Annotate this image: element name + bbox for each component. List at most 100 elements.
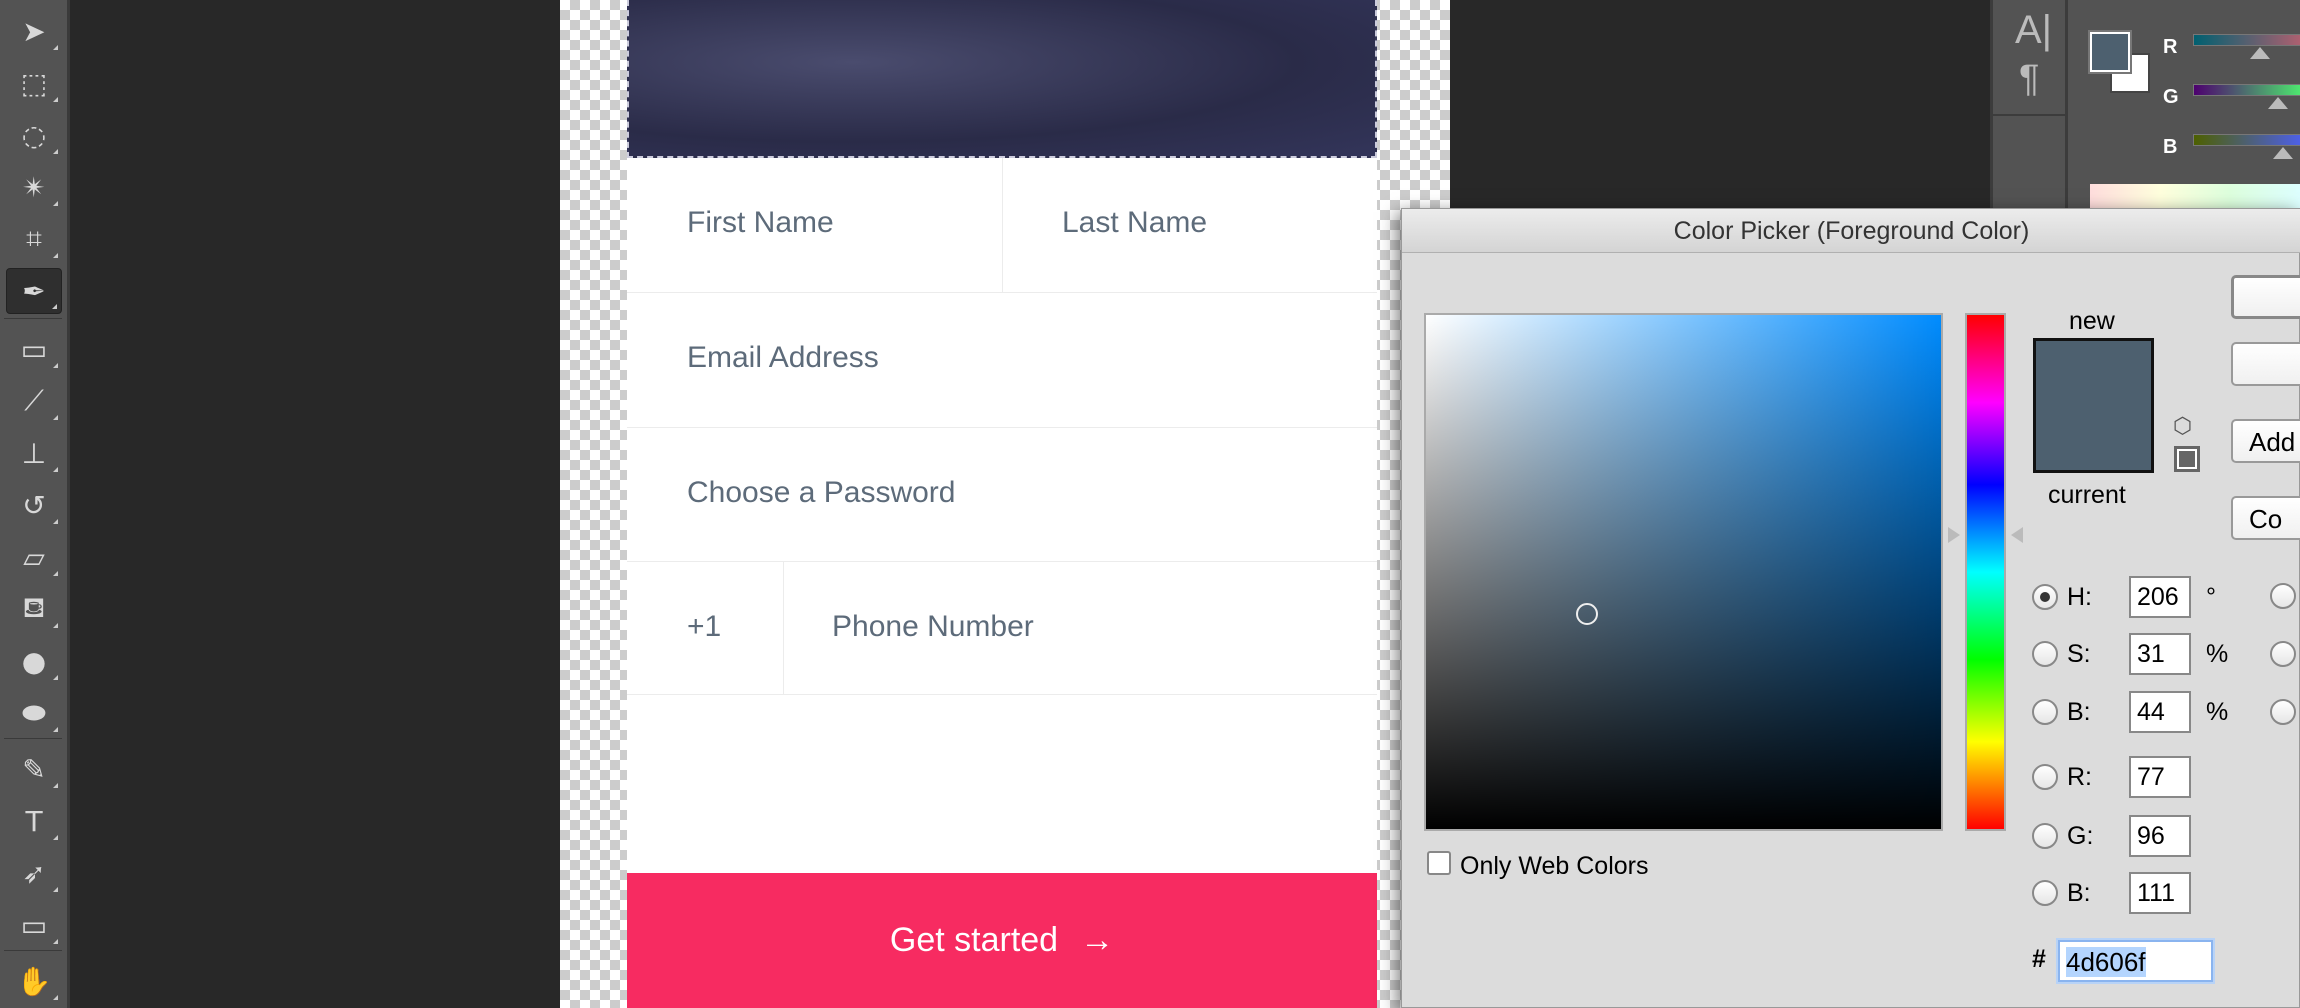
current-color-swatch[interactable] [2033, 405, 2154, 473]
field-input[interactable]: 44 [2129, 691, 2191, 733]
get-started-button[interactable]: Get started → [627, 873, 1377, 1008]
field-radio[interactable] [2032, 699, 2058, 725]
b-slider-thumb[interactable] [2273, 147, 2293, 159]
blur-tool-icon[interactable]: ● [6, 638, 62, 684]
ok-button[interactable] [2231, 275, 2300, 319]
cube-gamut-icon[interactable]: ⬡ [2173, 414, 2192, 439]
lasso-tool-icon[interactable]: ◌ [6, 112, 62, 158]
panel-icon-column: A| ¶ [1990, 0, 2068, 210]
b-lab-radio[interactable] [2270, 699, 2296, 725]
field-radio[interactable] [2032, 823, 2058, 849]
pen-tool-icon[interactable]: ✎ [6, 746, 62, 792]
field-unit: % [2206, 640, 2229, 668]
hue-arrow-right[interactable] [2011, 527, 2023, 543]
name-row: First Name Last Name [627, 158, 1377, 293]
healing-brush-tool-icon[interactable]: ▭ [6, 326, 62, 372]
last-name-field[interactable]: Last Name [1062, 206, 1207, 240]
b-slider[interactable] [2193, 134, 2300, 146]
field-radio[interactable] [2032, 584, 2058, 610]
character-panel-icon[interactable]: A| [2015, 8, 2052, 53]
cta-label: Get started [889, 921, 1059, 959]
country-code[interactable]: +1 [687, 610, 721, 644]
hand-tool-icon[interactable]: ✋ [6, 958, 62, 1004]
path-selection-tool-icon[interactable]: ➶ [6, 850, 62, 896]
field-label: H: [2067, 583, 2092, 611]
add-to-swatches-button[interactable]: Add [2231, 419, 2300, 463]
color-cursor[interactable] [1576, 603, 1598, 625]
l-radio[interactable] [2270, 583, 2296, 609]
arrow-right-icon: → [1080, 921, 1115, 959]
field-radio[interactable] [2032, 764, 2058, 790]
email-field[interactable]: Email Address [687, 341, 879, 375]
divider [783, 562, 784, 695]
clone-stamp-tool-icon[interactable]: ⊥ [6, 430, 62, 476]
hex-value: 4d606f [2066, 947, 2146, 977]
color-libraries-button[interactable]: Co [2231, 496, 2300, 540]
hue-slider[interactable] [1965, 313, 2006, 831]
color-spectrum-ramp[interactable] [2090, 184, 2300, 210]
paragraph-panel-icon[interactable]: ¶ [2019, 58, 2039, 101]
hue-arrow-left[interactable] [1948, 527, 1960, 543]
eyedropper-tool-icon[interactable]: ✒ [6, 268, 62, 314]
field-label: S: [2067, 640, 2091, 668]
saturation-brightness-field[interactable] [1424, 313, 1943, 831]
phone-row: +1 Phone Number [627, 562, 1377, 695]
field-unit: ° [2206, 583, 2216, 611]
field-label: G: [2067, 822, 2094, 850]
current-label: current [2048, 481, 2126, 509]
move-tool-icon[interactable]: ➤ [6, 8, 62, 54]
new-color-swatch [2033, 338, 2154, 405]
a-radio[interactable] [2270, 641, 2296, 667]
tool-divider [4, 950, 62, 951]
color-panel: R G B [2068, 0, 2300, 210]
hash-label: # [2032, 945, 2046, 973]
divider [1993, 114, 2065, 116]
g-slider-thumb[interactable] [2268, 97, 2288, 109]
field-radio[interactable] [2032, 880, 2058, 906]
field-input[interactable]: 206 [2129, 576, 2191, 618]
color-picker-dialog: Color Picker (Foreground Color) new curr… [1401, 208, 2300, 1008]
field-input[interactable]: 77 [2129, 756, 2191, 798]
field-unit: % [2206, 698, 2229, 726]
rectangle-tool-icon[interactable]: ▭ [6, 902, 62, 948]
magic-wand-tool-icon[interactable]: ✴ [6, 164, 62, 210]
websafe-swatch-icon[interactable] [2174, 446, 2200, 472]
only-web-colors-checkbox[interactable] [1427, 851, 1451, 875]
marquee-tool-icon[interactable]: ⬚ [6, 60, 62, 106]
history-brush-tool-icon[interactable]: ↺ [6, 482, 62, 528]
cancel-button[interactable] [2231, 342, 2300, 386]
first-name-field[interactable]: First Name [687, 206, 834, 240]
password-field[interactable]: Choose a Password [687, 476, 955, 510]
tool-divider [4, 738, 62, 739]
b-label: B [2163, 136, 2178, 158]
foreground-swatch[interactable] [2088, 30, 2132, 74]
r-label: R [2163, 36, 2178, 58]
field-label: B: [2067, 698, 2091, 726]
field-label: B: [2067, 879, 2091, 907]
g-label: G [2163, 86, 2179, 108]
crop-tool-icon[interactable]: ⌗ [6, 216, 62, 262]
field-input[interactable]: 31 [2129, 633, 2191, 675]
tools-panel: ➤ ⬚ ◌ ✴ ⌗ ✒ ▭ ⟋ ⊥ ↺ ▱ ⛾ ● ⬬ ✎ T ➶ ▭ ✋ [0, 0, 70, 1008]
type-tool-icon[interactable]: T [6, 798, 62, 844]
new-label: new [2069, 307, 2115, 335]
r-slider-thumb[interactable] [2250, 47, 2270, 59]
brush-tool-icon[interactable]: ⟋ [6, 378, 62, 424]
field-radio[interactable] [2032, 641, 2058, 667]
tool-divider [4, 318, 62, 319]
email-row: Email Address [627, 293, 1377, 428]
r-slider[interactable] [2193, 34, 2300, 46]
sponge-tool-icon[interactable]: ⬬ [6, 690, 62, 736]
phone-field[interactable]: Phone Number [832, 610, 1034, 644]
only-web-colors-label: Only Web Colors [1460, 852, 1649, 880]
eraser-tool-icon[interactable]: ▱ [6, 534, 62, 580]
field-input[interactable]: 111 [2129, 872, 2191, 914]
hero-image-selection [627, 0, 1377, 158]
paint-bucket-tool-icon[interactable]: ⛾ [6, 586, 62, 632]
field-input[interactable]: 96 [2129, 815, 2191, 857]
dialog-title: Color Picker (Foreground Color) [1402, 209, 2300, 253]
g-slider[interactable] [2193, 84, 2300, 96]
field-label: R: [2067, 763, 2092, 791]
password-row: Choose a Password [627, 428, 1377, 562]
hex-input[interactable]: 4d606f [2058, 940, 2213, 982]
